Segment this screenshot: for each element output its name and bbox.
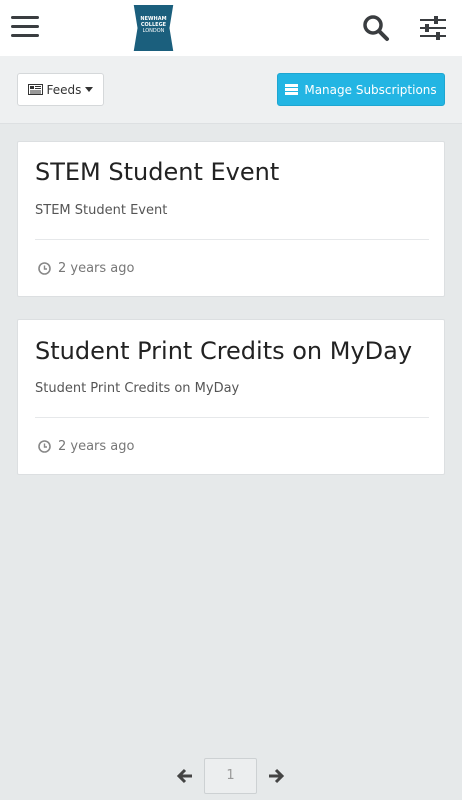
pagination: 1	[0, 756, 462, 796]
college-logo[interactable]: NEWHAM COLLEGE LONDON	[133, 5, 174, 51]
arrow-right-icon[interactable]	[267, 767, 285, 785]
menu-icon[interactable]	[11, 15, 39, 39]
clock-icon	[38, 440, 51, 453]
feeds-dropdown-button[interactable]: Feeds	[17, 73, 104, 106]
card-divider	[35, 239, 429, 240]
manage-subscriptions-label: Manage Subscriptions	[304, 82, 437, 97]
feed-card[interactable]: STEM Student Event STEM Student Event 2 …	[17, 141, 445, 297]
feed-card-title[interactable]: STEM Student Event	[35, 158, 279, 186]
list-icon	[285, 84, 299, 95]
sub-toolbar: Feeds Manage Subscriptions	[0, 56, 462, 124]
feed-card[interactable]: Student Print Credits on MyDay Student P…	[17, 319, 445, 475]
current-page[interactable]: 1	[204, 758, 257, 794]
feed-card-description: Student Print Credits on MyDay	[35, 381, 240, 396]
feed-card-title[interactable]: Student Print Credits on MyDay	[35, 337, 412, 365]
search-icon[interactable]	[362, 14, 390, 42]
card-divider	[35, 417, 429, 418]
newspaper-icon	[27, 84, 43, 95]
clock-icon	[38, 262, 51, 275]
logo-line-3: LONDON	[142, 28, 165, 34]
caret-down-icon	[85, 87, 94, 92]
feed-card-time: 2 years ago	[58, 439, 135, 454]
feed-card-meta: 2 years ago	[38, 261, 134, 276]
feed-card-description: STEM Student Event	[35, 203, 168, 218]
top-bar: NEWHAM COLLEGE LONDON	[0, 0, 462, 56]
feed-card-meta: 2 years ago	[38, 439, 134, 454]
feed-card-time: 2 years ago	[58, 261, 135, 276]
filter-sliders-icon[interactable]	[420, 16, 446, 40]
manage-subscriptions-button[interactable]: Manage Subscriptions	[277, 73, 445, 106]
feeds-label: Feeds	[46, 82, 82, 97]
arrow-left-icon[interactable]	[176, 767, 194, 785]
